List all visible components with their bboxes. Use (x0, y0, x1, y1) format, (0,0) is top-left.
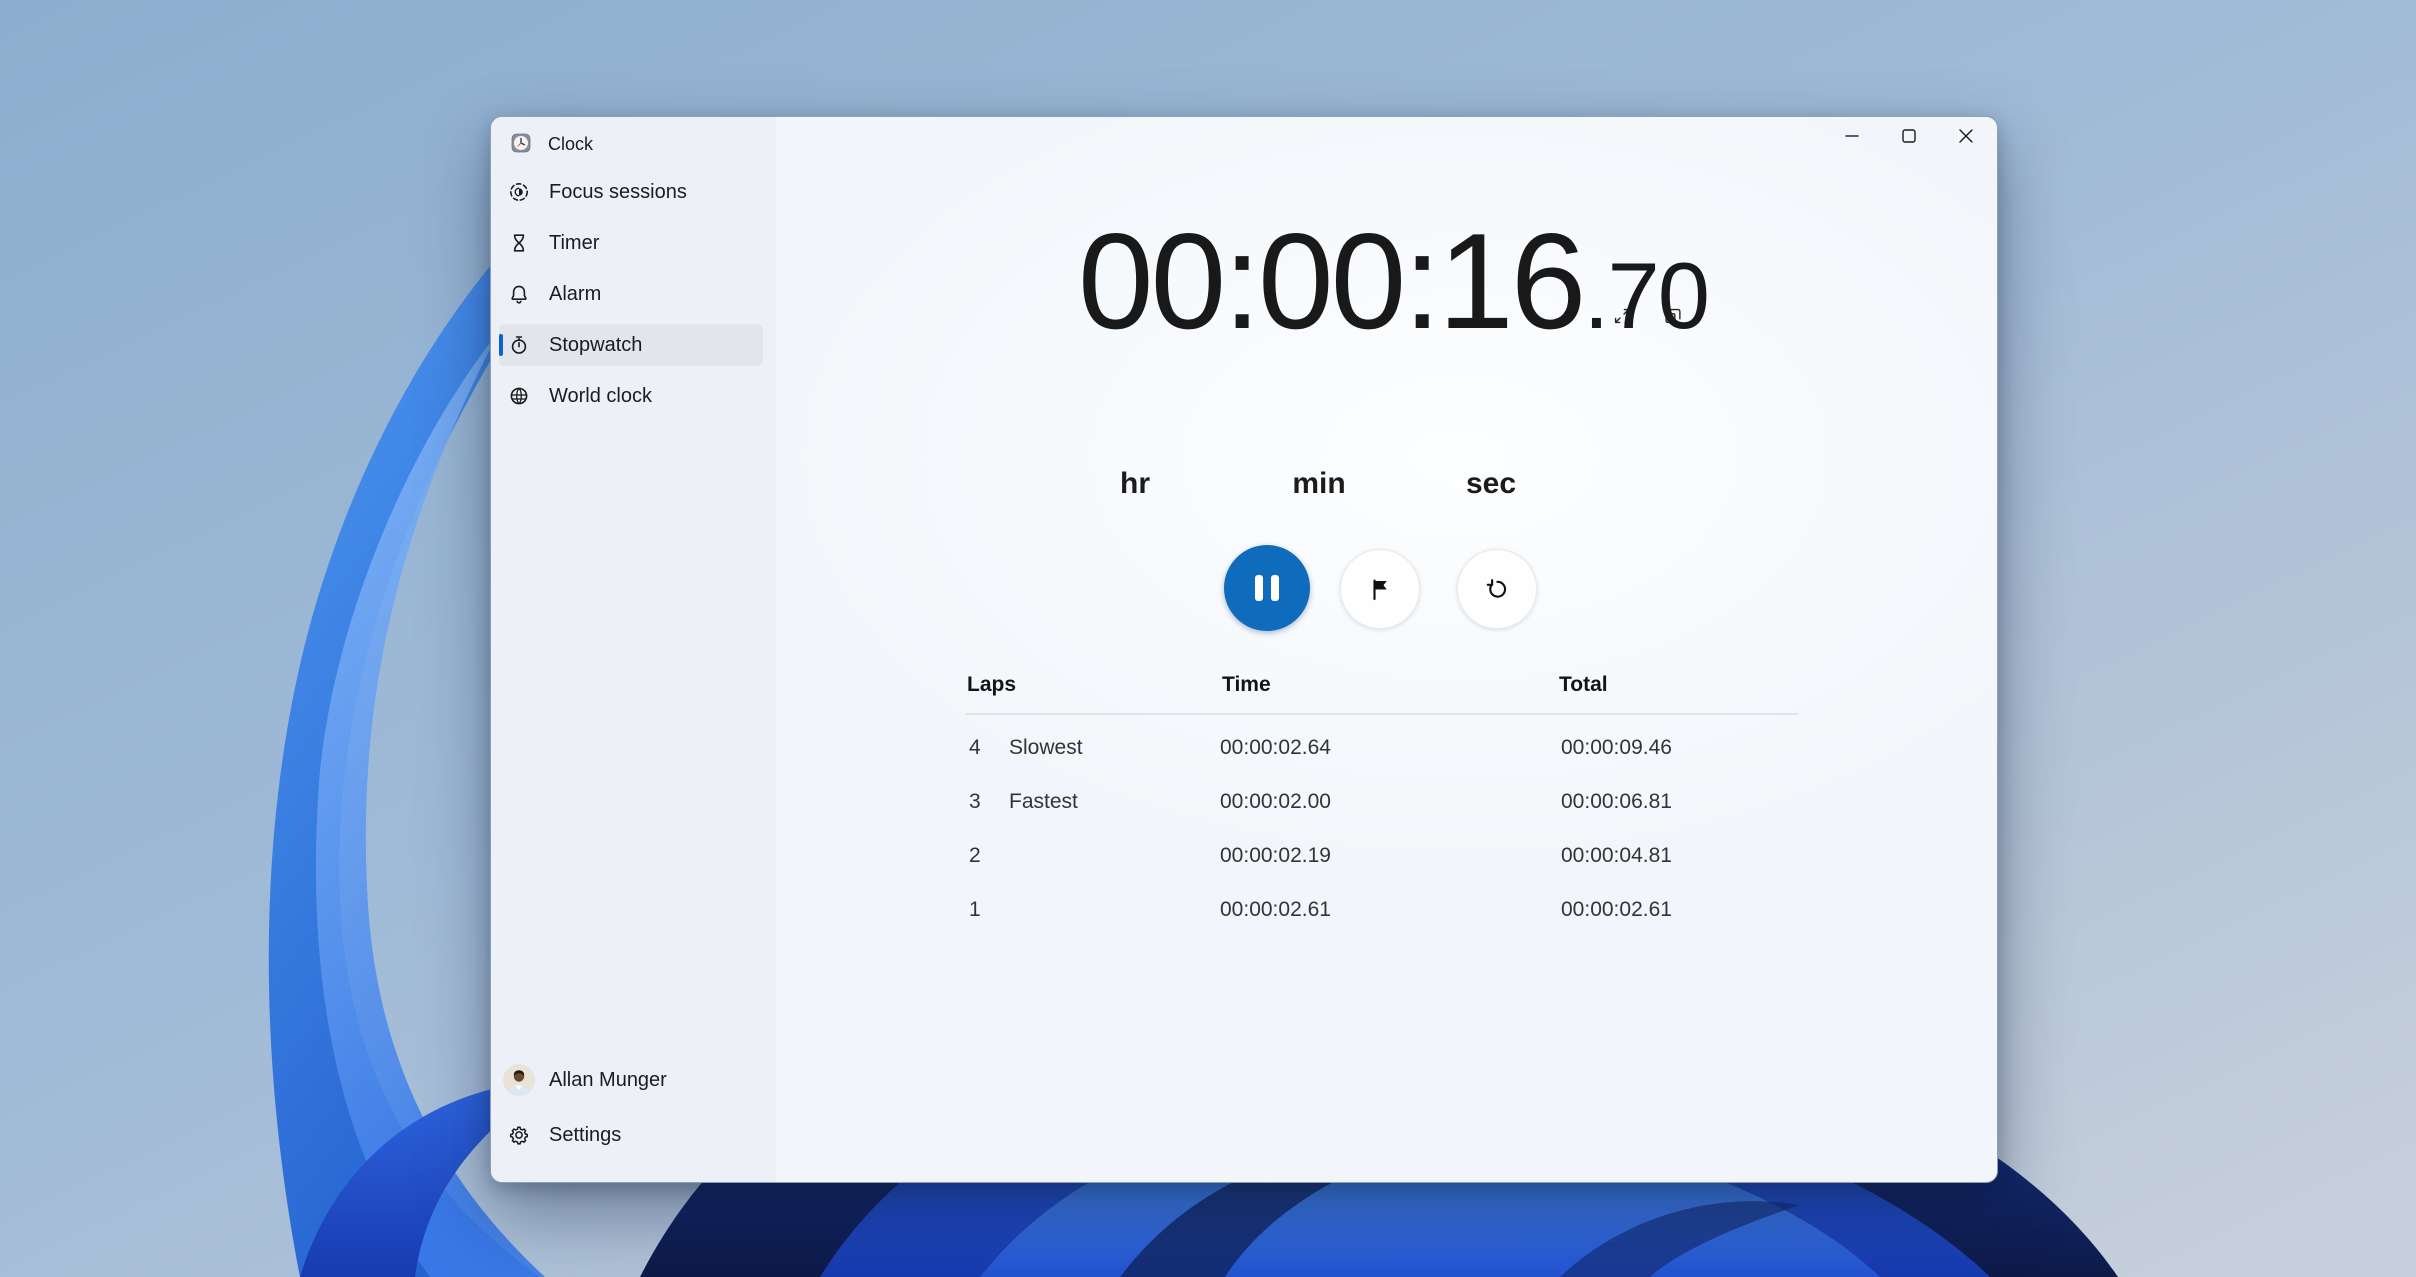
flag-icon (1365, 574, 1395, 604)
time-minutes: 00 (1258, 213, 1403, 349)
close-button[interactable] (1943, 119, 1989, 153)
lap-total: 00:00:09.46 (1561, 736, 1672, 760)
sidebar-item-label: Stopwatch (549, 334, 642, 357)
app-header: Clock (491, 122, 776, 164)
focus-sessions-icon (507, 180, 531, 204)
close-icon (1958, 128, 1974, 144)
reset-button[interactable] (1457, 549, 1537, 629)
sidebar-item-label: Settings (549, 1124, 621, 1147)
lap-button[interactable] (1340, 549, 1420, 629)
sidebar-item-label: Alarm (549, 283, 601, 306)
lap-tag: Slowest (1009, 736, 1083, 760)
app-title: Clock (548, 134, 593, 155)
unit-label-sec: sec (1466, 467, 1516, 501)
selected-indicator (499, 334, 503, 356)
lap-number: 2 (969, 844, 981, 868)
clock-app-window: Clock Focus sessions Timer Alarm (490, 116, 1998, 1183)
minimize-button[interactable] (1829, 119, 1875, 153)
sidebar-item-timer[interactable]: Timer (499, 222, 763, 264)
sidebar-item-alarm[interactable]: Alarm (499, 273, 763, 315)
lap-total: 00:00:06.81 (1561, 790, 1672, 814)
sidebar-item-label: Focus sessions (549, 181, 687, 204)
sidebar-item-label: Timer (549, 232, 599, 255)
lap-row: 1 00:00:02.61 00:00:02.61 (776, 898, 1997, 926)
time-column-header: Time (1222, 673, 1271, 697)
sidebar-item-world-clock[interactable]: World clock (499, 375, 763, 417)
lap-total: 00:00:02.61 (1561, 898, 1672, 922)
gear-icon (507, 1123, 531, 1147)
laps-column-header: Laps (967, 673, 1016, 697)
lap-number: 1 (969, 898, 981, 922)
lap-row: 3 Fastest 00:00:02.00 00:00:06.81 (776, 790, 1997, 818)
lap-row: 2 00:00:02.19 00:00:04.81 (776, 844, 1997, 872)
lap-number: 4 (969, 736, 981, 760)
alarm-icon (507, 282, 531, 306)
avatar (503, 1064, 535, 1096)
maximize-icon (1901, 128, 1917, 144)
pause-button[interactable] (1224, 545, 1310, 631)
lap-row: 4 Slowest 00:00:02.64 00:00:09.46 (776, 736, 1997, 764)
world-clock-icon (507, 384, 531, 408)
time-fraction: 70 (1608, 249, 1709, 343)
stopwatch-icon (507, 333, 531, 357)
lap-time: 00:00:02.61 (1220, 898, 1331, 922)
sidebar: Clock Focus sessions Timer Alarm (491, 117, 777, 1182)
time-separator: : (1223, 213, 1258, 349)
minimize-icon (1844, 128, 1860, 144)
time-separator: : (1403, 213, 1438, 349)
time-hours: 00 (1078, 213, 1223, 349)
time-decimal: . (1583, 249, 1607, 343)
lap-number: 3 (969, 790, 981, 814)
timer-icon (507, 231, 531, 255)
user-name: Allan Munger (549, 1069, 667, 1092)
lap-time: 00:00:02.64 (1220, 736, 1331, 760)
stopwatch-time-display: 00:00:16.70 (793, 213, 1993, 349)
sidebar-item-stopwatch[interactable]: Stopwatch (499, 324, 763, 366)
sidebar-user-account[interactable]: Allan Munger (499, 1059, 763, 1101)
total-column-header: Total (1559, 673, 1608, 697)
sidebar-item-settings[interactable]: Settings (499, 1114, 763, 1156)
clock-app-icon (511, 133, 531, 153)
reset-arrow-icon (1482, 574, 1512, 604)
time-seconds: 16 (1438, 213, 1583, 349)
laps-header-divider (965, 713, 1798, 715)
lap-total: 00:00:04.81 (1561, 844, 1672, 868)
lap-time: 00:00:02.19 (1220, 844, 1331, 868)
unit-label-hr: hr (1120, 467, 1150, 501)
lap-tag: Fastest (1009, 790, 1078, 814)
lap-time: 00:00:02.00 (1220, 790, 1331, 814)
maximize-button[interactable] (1886, 119, 1932, 153)
sidebar-item-label: World clock (549, 385, 652, 408)
pause-icon (1255, 575, 1279, 601)
sidebar-item-focus-sessions[interactable]: Focus sessions (499, 171, 763, 213)
unit-label-min: min (1292, 467, 1345, 501)
desktop: { "app": { "window_title": "Clock" }, "t… (0, 0, 2416, 1277)
stopwatch-page: 00:00:16.70 hr min sec Laps Time Total 4 (776, 117, 1997, 1182)
